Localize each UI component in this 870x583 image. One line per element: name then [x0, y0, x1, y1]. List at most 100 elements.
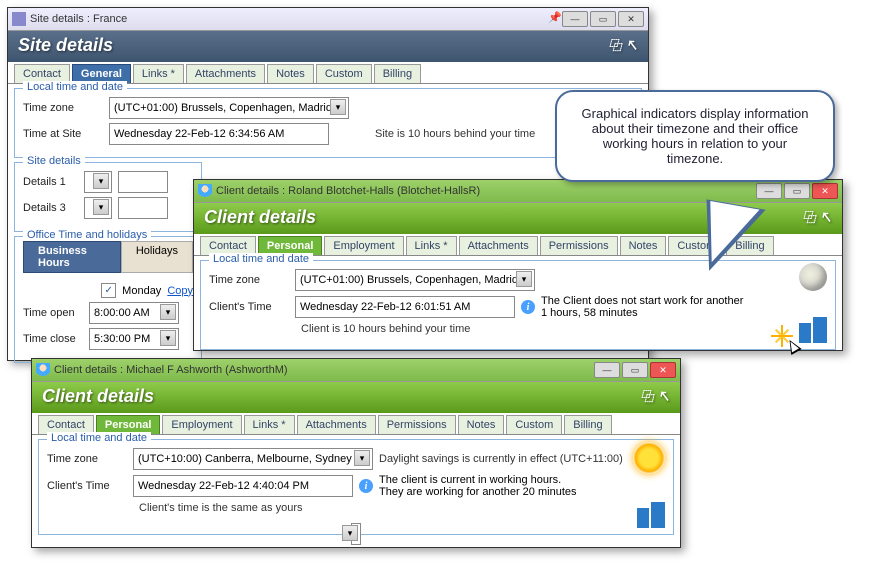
c2-ct-field[interactable]: Wednesday 22-Feb-12 4:40:04 PM: [133, 475, 353, 497]
tab-billing[interactable]: Billing: [374, 64, 421, 83]
client2-local-time-group: Local time and date Time zone (UTC+10:00…: [38, 439, 674, 535]
c2-daylight: Daylight savings is currently in effect …: [379, 453, 623, 465]
client2-titlebar[interactable]: Client details : Michael F Ashworth (Ash…: [32, 359, 680, 382]
site-local-time-legend: Local time and date: [23, 81, 127, 93]
c1-info2: 1 hours, 58 minutes: [541, 307, 638, 319]
close-button[interactable]: ✕: [650, 362, 676, 378]
minimize-button[interactable]: —: [562, 11, 588, 27]
tab-notes[interactable]: Notes: [267, 64, 314, 83]
c1-ct-label: Client's Time: [209, 301, 289, 313]
office-time-legend: Office Time and holidays: [23, 229, 151, 241]
site-details-legend: Site details: [23, 155, 85, 167]
client2-header-text: Client details: [42, 386, 154, 406]
tab-custom[interactable]: Custom: [506, 415, 562, 434]
timeat-field[interactable]: Wednesday 22-Feb-12 6:34:56 AM: [109, 123, 329, 145]
site-header-text: Site details: [18, 35, 113, 55]
site-header: Site details ⿻ ↖: [8, 31, 648, 62]
details3-label: Details 3: [23, 202, 78, 214]
cursor-icon[interactable]: ↖: [625, 38, 638, 53]
monday-label: Monday: [122, 285, 161, 297]
tab-attachments[interactable]: Attachments: [459, 236, 538, 255]
c2-same: Client's time is the same as yours: [139, 502, 303, 514]
site-titlebar[interactable]: Site details : France 📌 — ▭ ✕: [8, 8, 648, 31]
person-icon: [198, 184, 212, 198]
maximize-button[interactable]: ▭: [784, 183, 810, 199]
tab-billing[interactable]: Billing: [564, 415, 611, 434]
tab-attachments[interactable]: Attachments: [186, 64, 265, 83]
site-details-group: Site details Details 1 Details 3: [14, 162, 202, 232]
tab-links[interactable]: Links *: [244, 415, 295, 434]
minimize-button[interactable]: —: [756, 183, 782, 199]
site-local-time-group: Local time and date Time zone (UTC+01:00…: [14, 88, 642, 158]
c1-tz-label: Time zone: [209, 274, 289, 286]
tab-employment[interactable]: Employment: [324, 236, 403, 255]
building-icon: [797, 315, 827, 345]
tz-label: Time zone: [23, 102, 103, 114]
monday-checkbox[interactable]: ✓: [101, 283, 116, 298]
site-app-icon: [12, 12, 26, 26]
person-icon: [36, 363, 50, 377]
details3-combo[interactable]: [84, 197, 112, 219]
close-button[interactable]: ✕: [812, 183, 838, 199]
c1-info1: The Client does not start work for anoth…: [541, 295, 743, 307]
client2-title-text: Client details : Michael F Ashworth (Ash…: [54, 364, 288, 376]
timeopen-label: Time open: [23, 307, 83, 319]
callout-tail: [694, 199, 765, 278]
subtab-business-hours[interactable]: Business Hours: [23, 241, 121, 273]
timeclose-field[interactable]: 5:30:00 PM: [89, 328, 179, 350]
office-subtabs: Business Hours Holidays: [23, 241, 193, 273]
tab-permissions[interactable]: Permissions: [540, 236, 618, 255]
tab-notes[interactable]: Notes: [620, 236, 667, 255]
c2-tz-combo[interactable]: (UTC+10:00) Canberra, Melbourne, Sydney: [133, 448, 373, 470]
site-behind-note: Site is 10 hours behind your time: [375, 128, 535, 140]
tab-links[interactable]: Links *: [406, 236, 457, 255]
tab-permissions[interactable]: Permissions: [378, 415, 456, 434]
cursor-icon[interactable]: ↖: [819, 210, 832, 225]
copy-link[interactable]: Copy: [167, 285, 193, 297]
copy-icon[interactable]: ⿻: [640, 389, 653, 404]
client1-header-text: Client details: [204, 207, 316, 227]
info-icon: i: [359, 479, 373, 493]
client1-title-text: Client details : Roland Blotchet-Halls (…: [216, 185, 480, 197]
client2-header: Client details ⿻ ↖: [32, 382, 680, 413]
cursor-icon[interactable]: ↖: [657, 389, 670, 404]
details3-field[interactable]: [118, 197, 168, 219]
pin-icon[interactable]: 📌: [548, 11, 560, 23]
sun-icon: [633, 442, 665, 474]
header-toolbar: ⿻ ↖: [608, 35, 638, 54]
timeat-label: Time at Site: [23, 128, 103, 140]
client2-window: Client details : Michael F Ashworth (Ash…: [31, 358, 681, 548]
maximize-button[interactable]: ▭: [590, 11, 616, 27]
annotation-callout: Graphical indicators display information…: [555, 90, 835, 182]
maximize-button[interactable]: ▭: [622, 362, 648, 378]
tab-notes[interactable]: Notes: [458, 415, 505, 434]
c2-info2: They are working for another 20 minutes: [379, 486, 577, 498]
close-button[interactable]: ✕: [618, 11, 644, 27]
details1-label: Details 1: [23, 176, 78, 188]
c2-info1: The client is current in working hours.: [379, 474, 561, 486]
c2-ct-label: Client's Time: [47, 480, 127, 492]
subtab-holidays[interactable]: Holidays: [121, 241, 193, 273]
tz-combo[interactable]: (UTC+01:00) Brussels, Copenhagen, Madrid: [109, 97, 349, 119]
c1-tz-combo[interactable]: (UTC+01:00) Brussels, Copenhagen, Madrid: [295, 269, 535, 291]
tab-attachments[interactable]: Attachments: [297, 415, 376, 434]
tab-employment[interactable]: Employment: [162, 415, 241, 434]
copy-icon[interactable]: ⿻: [802, 210, 815, 225]
c1-ct-field[interactable]: Wednesday 22-Feb-12 6:01:51 AM: [295, 296, 515, 318]
c2-tz-label: Time zone: [47, 453, 127, 465]
bottom-combo[interactable]: [351, 523, 361, 545]
callout-text: Graphical indicators display information…: [582, 106, 809, 166]
timeopen-field[interactable]: 8:00:00 AM: [89, 302, 179, 324]
info-icon: i: [521, 300, 535, 314]
c1-behind: Client is 10 hours behind your time: [301, 323, 470, 335]
details1-combo[interactable]: [84, 171, 112, 193]
copy-icon[interactable]: ⿻: [608, 38, 621, 53]
client1-local-time-legend: Local time and date: [209, 253, 313, 265]
client1-titlebar[interactable]: Client details : Roland Blotchet-Halls (…: [194, 180, 842, 203]
site-title-text: Site details : France: [30, 13, 127, 25]
building-icon: [635, 500, 665, 530]
minimize-button[interactable]: —: [594, 362, 620, 378]
tab-links[interactable]: Links *: [133, 64, 184, 83]
tab-custom[interactable]: Custom: [316, 64, 372, 83]
details1-field[interactable]: [118, 171, 168, 193]
